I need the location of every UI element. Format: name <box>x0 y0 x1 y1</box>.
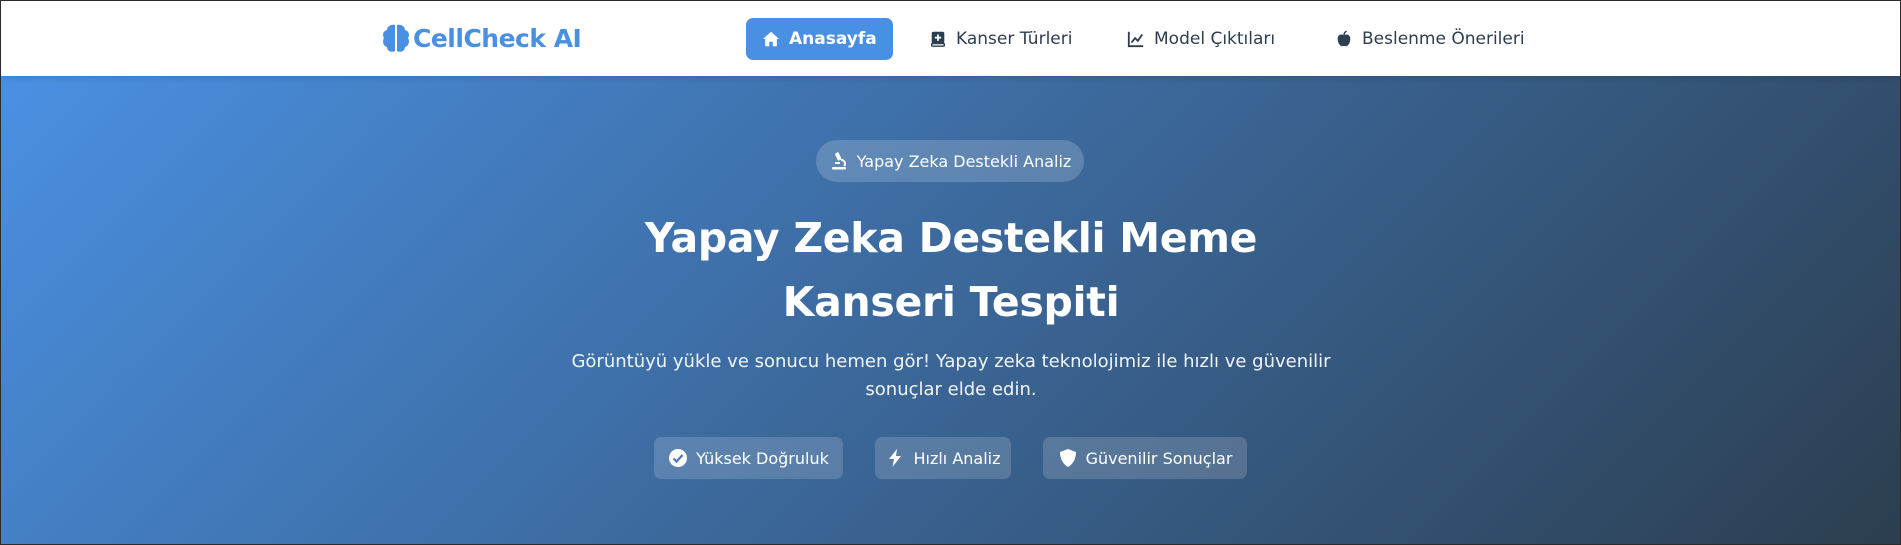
hero-badge-label: Yapay Zeka Destekli Analiz <box>856 151 1072 171</box>
feature-label: Hızlı Analiz <box>913 448 1001 468</box>
check-circle-icon <box>669 449 688 467</box>
bolt-icon <box>889 449 902 467</box>
nav-item-anasayfa[interactable]: Anasayfa <box>746 18 893 60</box>
chart-line-icon <box>1127 31 1144 48</box>
feature-hizli-analiz: Hızlı Analiz <box>875 437 1011 479</box>
feature-label: Yüksek Doğruluk <box>696 448 829 468</box>
brand-name: CellCheck AI <box>413 23 582 53</box>
hero-section: Yapay Zeka Destekli Analiz Yapay Zeka De… <box>1 76 1900 544</box>
page: CellCheck AI Anasayfa Kanser Türleri Mod… <box>0 0 1901 545</box>
nav-item-beslenme-onerileri[interactable]: Beslenme Önerileri <box>1319 18 1541 60</box>
brain-icon <box>383 24 409 52</box>
apple-icon <box>1337 30 1351 47</box>
microscope-icon <box>831 152 846 170</box>
shield-icon <box>1059 449 1076 467</box>
nav-item-label: Anasayfa <box>789 29 877 49</box>
feature-label: Güvenilir Sonuçlar <box>1085 448 1233 468</box>
nav-item-label: Beslenme Önerileri <box>1362 29 1525 49</box>
nav-item-kanser-turleri[interactable]: Kanser Türleri <box>913 18 1088 60</box>
book-medical-icon <box>930 31 946 47</box>
hero-badge: Yapay Zeka Destekli Analiz <box>816 140 1084 182</box>
nav-item-model-ciktilari[interactable]: Model Çıktıları <box>1111 18 1291 60</box>
hero-title: Yapay Zeka Destekli Meme Kanseri Tespiti <box>644 214 1258 326</box>
nav-item-label: Model Çıktıları <box>1154 29 1276 49</box>
nav-item-label: Kanser Türleri <box>956 29 1073 49</box>
feature-guvenilir-sonuclar: Güvenilir Sonuçlar <box>1043 437 1247 479</box>
feature-yuksek-dogruluk: Yüksek Doğruluk <box>654 437 843 479</box>
hero-subtitle: Görüntüyü yükle ve sonucu hemen gör! Yap… <box>571 351 1331 400</box>
home-icon <box>762 31 780 47</box>
navbar: CellCheck AI Anasayfa Kanser Türleri Mod… <box>1 1 1900 76</box>
brand-logo[interactable]: CellCheck AI <box>381 19 582 57</box>
